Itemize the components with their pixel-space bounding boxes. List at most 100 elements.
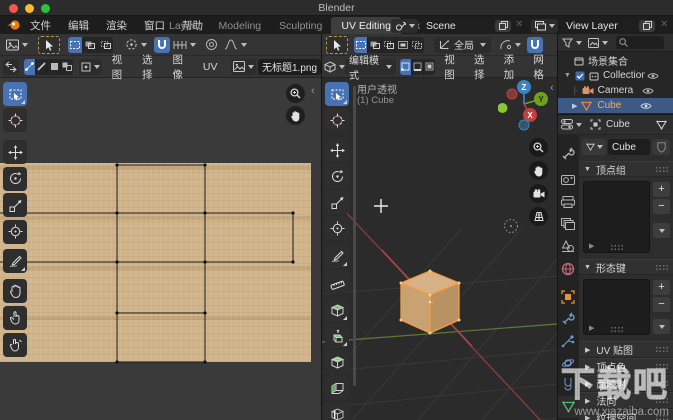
texture-space-panel-header[interactable]: ▶ 纹理空间 <box>579 409 673 420</box>
vertex-group-specials-button[interactable] <box>653 223 670 238</box>
select-extend-button[interactable] <box>368 37 382 53</box>
tab-render[interactable] <box>561 174 575 186</box>
tool-annotate[interactable] <box>325 244 349 268</box>
uv-sticky-selection-button[interactable] <box>79 59 102 75</box>
tool-move[interactable] <box>325 138 349 162</box>
tool-transform[interactable] <box>325 216 349 240</box>
eye-icon[interactable] <box>642 87 654 95</box>
normals-panel-header[interactable]: ▶ 法向 <box>579 392 673 409</box>
collection-checkbox[interactable] <box>575 71 585 81</box>
tool-rotate[interactable] <box>325 164 349 188</box>
tool-extrude-region[interactable] <box>325 324 349 348</box>
remove-view-layer-button[interactable]: ✕ <box>660 19 668 30</box>
uv-active-tool-button[interactable] <box>38 36 60 54</box>
view-layer-name-field[interactable]: View Layer <box>560 19 656 33</box>
outliner-row-scene-collection[interactable]: 场景集合 <box>558 53 673 68</box>
viewport-ortho-toggle-button[interactable] <box>529 207 548 226</box>
tab-world[interactable] <box>561 262 575 276</box>
uv-pivot-point-button[interactable] <box>125 38 147 51</box>
viewport-pan-button[interactable] <box>529 161 548 180</box>
viewport-active-tool-button[interactable] <box>326 36 348 54</box>
new-scene-button[interactable] <box>495 20 511 32</box>
tool-select-box[interactable] <box>325 82 349 106</box>
uv-tool-relax[interactable] <box>3 306 27 330</box>
uv-sync-selection-button[interactable] <box>3 59 19 75</box>
outliner-row-camera[interactable]: ├ Camera <box>558 83 673 98</box>
uv-island-mode-button[interactable] <box>61 59 73 75</box>
properties-editor-type-button[interactable] <box>561 119 582 130</box>
panel-grip[interactable] <box>655 264 670 271</box>
workspace-tab-layout[interactable]: Layout <box>160 18 210 34</box>
panel-grip[interactable] <box>655 397 670 404</box>
edge-select-button[interactable] <box>412 59 424 75</box>
navigation-gizmo[interactable]: Z Y X <box>498 78 550 134</box>
panel-grip[interactable] <box>655 363 670 370</box>
list-resize-grip[interactable] <box>610 326 625 333</box>
panel-grip[interactable] <box>655 346 670 353</box>
panel-grip[interactable] <box>655 166 670 173</box>
viewport-menu-view[interactable]: 视图 <box>438 52 468 82</box>
transform-orientation-button[interactable]: 全局 <box>434 37 491 53</box>
vertex-group-remove-button[interactable]: − <box>653 199 670 214</box>
outliner-row-collection[interactable]: ▼ Collection <box>558 68 673 83</box>
viewport-menu-mesh[interactable]: 网格 <box>527 52 557 82</box>
viewport-zoom-button[interactable] <box>529 138 548 157</box>
list-filter-toggle[interactable]: ▶ <box>589 242 594 250</box>
face-maps-panel-header[interactable]: ▶ 面映射 <box>579 375 673 392</box>
viewport-editor-type-button[interactable] <box>324 59 345 75</box>
uv-tool-grab[interactable] <box>3 279 27 303</box>
select-subtract-button[interactable] <box>98 37 113 53</box>
uv-tool-select-box[interactable] <box>3 82 27 106</box>
unlink-scene-button[interactable]: ✕ <box>515 19 523 30</box>
tab-tool[interactable] <box>561 147 575 161</box>
tab-scene[interactable] <box>561 240 575 253</box>
vertex-groups-list[interactable]: ▶ <box>583 181 650 253</box>
uv-tool-move[interactable] <box>3 140 27 164</box>
shape-key-remove-button[interactable]: − <box>653 297 670 312</box>
tab-object[interactable] <box>561 290 575 304</box>
uv-falloff-button[interactable] <box>224 39 247 50</box>
viewport-camera-view-button[interactable] <box>529 184 548 203</box>
uv-proportional-edit-button[interactable] <box>205 38 218 51</box>
uv-menu-select[interactable]: 选择 <box>136 52 166 82</box>
uv-tool-rotate[interactable] <box>3 167 27 191</box>
uv-tool-cursor[interactable] <box>3 108 27 132</box>
viewport-menu-add[interactable]: 添加 <box>498 52 528 82</box>
tool-cursor[interactable] <box>325 108 349 132</box>
eye-icon[interactable] <box>640 102 652 110</box>
scene-name-field[interactable]: Scene <box>420 19 512 33</box>
uv-vertex-mode-button[interactable] <box>24 59 36 75</box>
viewport-menu-select[interactable]: 选择 <box>468 52 498 82</box>
list-filter-toggle[interactable]: ▶ <box>589 324 594 332</box>
panel-grip[interactable] <box>655 380 670 387</box>
select-intersect-button[interactable] <box>410 37 424 53</box>
tab-object-data-active[interactable] <box>558 396 579 418</box>
menu-edit[interactable]: 编辑 <box>64 18 93 33</box>
snap-toggle-button[interactable] <box>527 37 543 53</box>
workspace-tab-sculpting[interactable]: Sculpting <box>270 18 331 34</box>
uv-image-name-field[interactable]: 无标题1.png <box>258 59 321 75</box>
tab-particles[interactable] <box>561 334 575 348</box>
mesh-browse-button[interactable] <box>582 139 606 155</box>
panel-grip[interactable] <box>655 414 670 420</box>
toolbar-scrollbar[interactable] <box>353 86 356 386</box>
uv-pan-button[interactable] <box>286 106 305 125</box>
menu-file[interactable]: 文件 <box>26 18 55 33</box>
uv-zoom-button[interactable] <box>286 84 305 103</box>
vertex-select-button[interactable] <box>400 59 412 75</box>
disclosure-triangle[interactable]: ▶ <box>572 102 577 110</box>
mode-dropdown[interactable]: 编辑模式 <box>345 59 396 75</box>
scene-browse-button[interactable] <box>391 19 418 33</box>
viewport-canvas[interactable]: 用户透视 (1) Cube Z Y X <box>322 78 557 420</box>
mesh-name-field[interactable]: Cube <box>608 139 650 155</box>
view-layer-browse-button[interactable] <box>531 19 558 33</box>
shape-key-specials-button[interactable] <box>653 319 670 334</box>
outliner-row-cube[interactable]: ▶ Cube <box>558 98 673 113</box>
tab-physics[interactable] <box>561 356 575 370</box>
tool-measure[interactable] <box>325 270 349 294</box>
uv-tool-transform[interactable] <box>3 220 27 244</box>
uv-edge-mode-button[interactable] <box>36 59 48 75</box>
uv-sidebar-collapse-arrow[interactable]: ‹ <box>311 85 315 97</box>
select-new-button[interactable] <box>354 37 368 53</box>
tab-output[interactable] <box>561 196 575 208</box>
